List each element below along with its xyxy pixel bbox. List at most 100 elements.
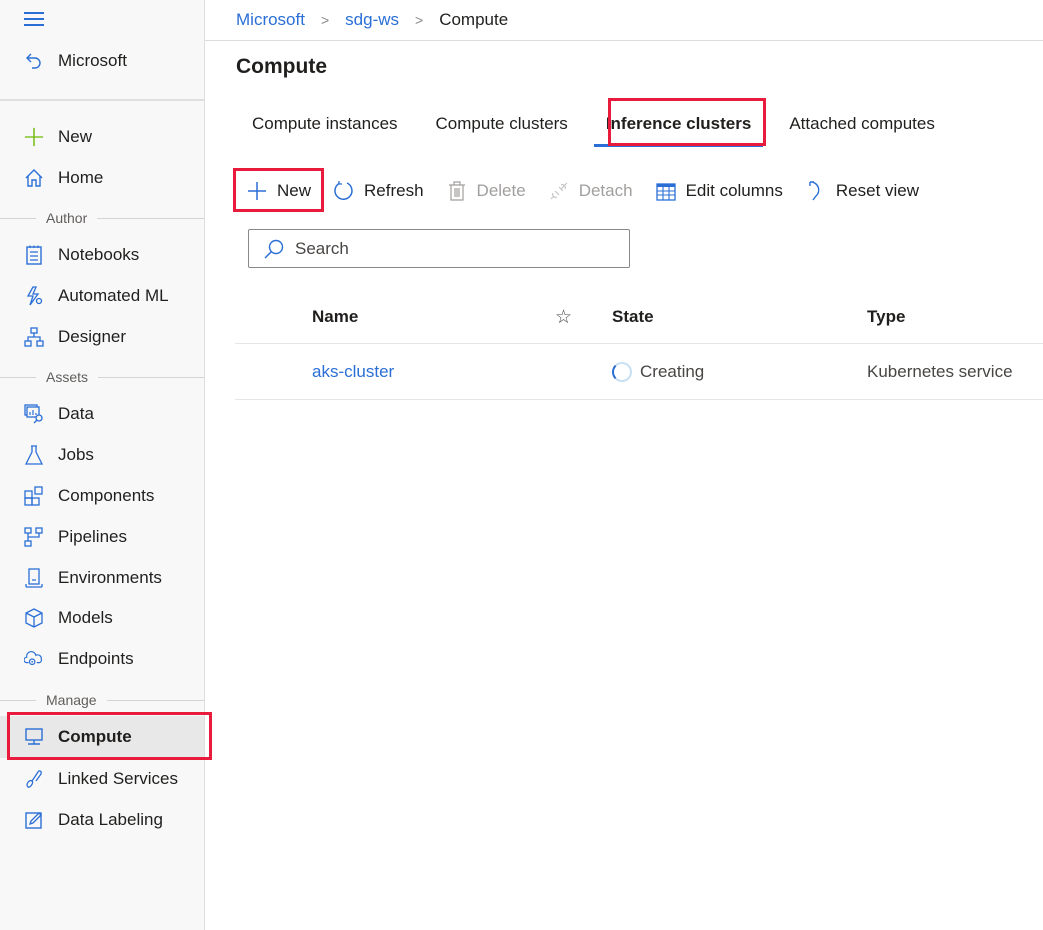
components-icon [24,486,44,506]
nav-label: Home [58,168,104,187]
nav-item-data-labeling[interactable]: Data Labeling [0,801,204,839]
divider [0,99,204,101]
nav-item-environments[interactable]: Environments [0,559,204,597]
breadcrumb-workspace[interactable]: sdg-ws [345,10,399,30]
nav-item-endpoints[interactable]: Endpoints [0,640,204,678]
section-manage: Manage [0,690,204,710]
endpoint-cloud-icon [24,649,44,669]
nav-label: Environments [58,568,162,587]
linked-services-icon [24,769,44,789]
nav-item-data[interactable]: Data [0,395,204,433]
section-label: Manage [46,692,97,708]
delete-label: Delete [476,181,526,200]
chevron-right-icon: > [320,12,330,28]
nav-item-jobs[interactable]: Jobs [0,436,204,474]
nav-item-models[interactable]: Models [0,599,204,637]
cube-icon [24,608,44,628]
command-bar: New Refresh Delete Detach Edit columns R… [240,172,935,210]
nav-label: Jobs [58,445,94,464]
environment-icon [24,568,44,588]
nav-item-automated-ml[interactable]: Automated ML [0,277,204,315]
flask-icon [24,445,44,465]
refresh-label: Refresh [364,181,424,200]
notebook-icon [24,245,44,265]
tab-compute-instances[interactable]: Compute instances [236,108,414,140]
nav-item-home[interactable]: Home [0,159,204,197]
detach-label: Detach [578,181,633,200]
table-columns-icon [655,180,677,202]
computer-monitor-icon [24,727,44,747]
table-row[interactable]: aks-cluster Creating Kubernetes service [235,345,1043,400]
designer-hierarchy-icon [24,327,44,347]
column-header-state[interactable]: State [612,296,654,338]
nav-label: Models [58,608,113,627]
tab-inference-clusters[interactable]: Inference clusters [590,108,768,147]
column-header-name[interactable]: Name [312,296,358,338]
nav-label: Linked Services [58,769,179,788]
nav-item-compute[interactable]: Compute [0,716,204,758]
pipeline-icon [24,527,44,547]
cluster-name-link[interactable]: aks-cluster [312,345,394,399]
column-header-type[interactable]: Type [867,296,905,338]
state-cell: Creating [612,345,704,399]
breadcrumb-microsoft[interactable]: Microsoft [236,10,305,30]
delete-button[interactable]: Delete [440,172,532,210]
search-input[interactable] [295,238,595,259]
nav-label: Data Labeling [58,810,163,829]
nav-label: Endpoints [58,649,134,668]
breadcrumb-current: Compute [439,10,509,29]
nav-item-designer[interactable]: Designer [0,318,204,356]
page-title: Compute [236,55,327,78]
automl-bolt-gear-icon [24,286,44,306]
plus-icon [246,180,268,202]
nav-label: Compute [58,727,132,746]
favorite-star-icon[interactable]: ☆ [555,296,572,338]
nav-label: Automated ML [58,286,169,305]
refresh-icon [333,180,355,202]
nav-item-notebooks[interactable]: Notebooks [0,236,204,274]
search-icon [263,238,285,260]
new-button[interactable]: New [240,172,317,210]
search-box[interactable] [248,229,630,268]
nav-item-pipelines[interactable]: Pipelines [0,518,204,556]
type-cell: Kubernetes service [867,362,1013,381]
undo-icon [805,180,827,202]
new-label: New [277,181,312,200]
breadcrumb: Microsoft > sdg-ws > Compute [236,8,508,32]
section-label: Author [46,210,88,226]
edit-box-icon [24,810,44,830]
back-arrow-icon [24,51,44,71]
nav-label: Pipelines [58,527,127,546]
nav-item-components[interactable]: Components [0,477,204,515]
refresh-button[interactable]: Refresh [327,172,430,210]
chevron-right-icon: > [415,12,424,28]
nav-label: New [58,127,93,146]
section-label: Assets [46,369,89,385]
detach-button[interactable]: Detach [542,172,639,210]
hamburger-menu-icon[interactable] [24,12,44,28]
tab-attached-computes[interactable]: Attached computes [773,108,951,140]
back-label: Microsoft [58,51,127,70]
trash-icon [446,180,468,202]
nav-label: Data [58,404,94,423]
edit-columns-button[interactable]: Edit columns [649,172,789,210]
nav-label: Components [58,486,155,505]
plus-icon [24,127,44,147]
header-divider [205,40,1043,41]
table-header: Name ☆ State Type [235,296,1043,344]
section-author: Author [0,208,204,228]
reset-view-button[interactable]: Reset view [799,172,925,210]
state-text: Creating [640,362,705,381]
tab-compute-clusters[interactable]: Compute clusters [420,108,584,140]
nav-label: Notebooks [58,245,140,264]
compute-tabs: Compute instances Compute clusters Infer… [236,108,957,147]
nav-item-new[interactable]: New [0,118,204,156]
nav-item-linked-services[interactable]: Linked Services [0,760,204,798]
reset-view-label: Reset view [835,181,920,200]
data-chart-search-icon [24,404,44,424]
nav-label: Designer [58,327,127,346]
edit-columns-label: Edit columns [685,181,783,200]
back-to-microsoft[interactable]: Microsoft [0,44,204,78]
home-icon [24,168,44,188]
loading-spinner-icon [612,362,632,382]
